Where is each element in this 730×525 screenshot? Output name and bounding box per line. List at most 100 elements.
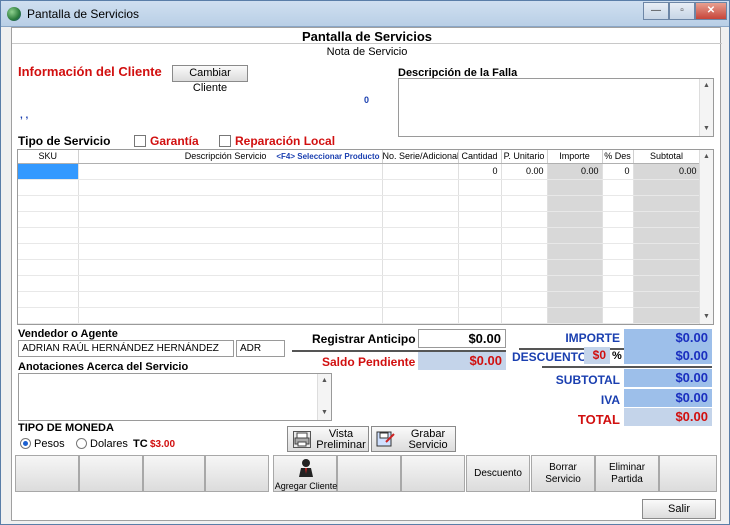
delete-item-button[interactable]: Eliminar Partida bbox=[595, 455, 659, 492]
service-form: Pantalla de Servicios Nota de Servicio I… bbox=[11, 27, 722, 521]
notes-label: Anotaciones Acerca del Servicio bbox=[18, 361, 189, 373]
cell-sku[interactable] bbox=[18, 163, 79, 180]
col-amount[interactable]: Importe bbox=[547, 150, 603, 164]
grid-header-row: SKU Descripción Servicio <F4> Selecciona… bbox=[18, 150, 701, 164]
checkbox-icon[interactable] bbox=[134, 135, 146, 147]
dollars-label: Dolares bbox=[90, 438, 128, 450]
iva-label: IVA bbox=[600, 393, 620, 407]
globe-icon bbox=[7, 7, 21, 21]
grid-body: 0 0.00 0.00 0 0.00 bbox=[18, 163, 701, 324]
fault-description-field[interactable]: ▲ ▼ bbox=[398, 78, 714, 137]
exit-button[interactable]: Salir bbox=[642, 499, 716, 519]
window-title: Pantalla de Servicios bbox=[27, 7, 140, 21]
col-description[interactable]: Descripción Servicio <F4> Seleccionar Pr… bbox=[78, 150, 383, 164]
scroll-down-icon[interactable]: ▼ bbox=[700, 123, 713, 135]
cell-amount: 0.00 bbox=[547, 163, 603, 180]
table-row[interactable] bbox=[18, 227, 701, 244]
client-section-title: Información del Cliente bbox=[18, 64, 162, 79]
percent-sign: % bbox=[612, 350, 622, 362]
delete-item-label-1: Eliminar bbox=[608, 462, 646, 473]
service-type-label: Tipo de Servicio bbox=[18, 134, 111, 148]
notes-scrollbar[interactable]: ▲ ▼ bbox=[317, 374, 331, 420]
table-row[interactable] bbox=[18, 179, 701, 196]
exchange-rate-value: $3.00 bbox=[150, 439, 176, 450]
subtotal-label: SUBTOTAL bbox=[555, 373, 620, 387]
subtotal-divider bbox=[542, 366, 712, 368]
service-items-grid[interactable]: SKU Descripción Servicio <F4> Selecciona… bbox=[17, 149, 714, 325]
scroll-up-icon[interactable]: ▲ bbox=[700, 80, 713, 92]
col-description-label: Descripción Servicio bbox=[184, 151, 267, 162]
col-sku[interactable]: SKU bbox=[18, 150, 79, 164]
col-serial[interactable]: No. Serie/Adicional bbox=[382, 150, 459, 164]
save-label: Grabar Servicio bbox=[402, 429, 454, 451]
main-window: Pantalla de Servicios — ▫ ✕ Pantalla de … bbox=[0, 0, 730, 525]
col-subtotal[interactable]: Subtotal bbox=[633, 150, 701, 164]
col-quantity[interactable]: Cantidad bbox=[458, 150, 502, 164]
discount-pct-field[interactable]: $0 bbox=[584, 347, 610, 364]
grid-scrollbar[interactable]: ▲ ▼ bbox=[699, 150, 713, 324]
import-value: $0.00 bbox=[624, 329, 712, 347]
delete-item-label-2: Partida bbox=[611, 474, 643, 485]
save-icon bbox=[376, 430, 396, 449]
table-row[interactable] bbox=[18, 243, 701, 260]
close-button[interactable]: ✕ bbox=[695, 2, 727, 20]
total-label: TOTAL bbox=[577, 412, 620, 427]
pesos-radio[interactable]: Pesos bbox=[20, 438, 65, 450]
add-client-button[interactable]: Agregar Cliente bbox=[273, 455, 337, 492]
table-row[interactable]: 0 0.00 0.00 0 0.00 bbox=[18, 163, 701, 180]
warranty-label: Garantía bbox=[150, 134, 199, 148]
subtotal-value: $0.00 bbox=[624, 369, 712, 387]
scroll-up-icon[interactable]: ▲ bbox=[700, 151, 713, 163]
scroll-down-icon[interactable]: ▼ bbox=[318, 407, 331, 419]
client-name: , , bbox=[20, 110, 29, 121]
iva-value: $0.00 bbox=[624, 389, 712, 407]
advance-field[interactable]: $0.00 bbox=[418, 329, 506, 348]
add-client-label: Agregar Cliente bbox=[274, 481, 338, 491]
table-row[interactable] bbox=[18, 291, 701, 308]
radio-selected-icon[interactable] bbox=[20, 438, 31, 449]
toolbar-slot-4 bbox=[205, 455, 269, 492]
scroll-up-icon[interactable]: ▲ bbox=[318, 375, 331, 387]
local-repair-checkbox[interactable]: Reparación Local bbox=[219, 134, 335, 148]
preview-label-2: Preliminar bbox=[316, 439, 366, 451]
table-row[interactable] bbox=[18, 259, 701, 276]
maximize-button[interactable]: ▫ bbox=[669, 2, 695, 20]
local-repair-label: Reparación Local bbox=[235, 134, 336, 148]
page-subtitle: Nota de Servicio bbox=[326, 46, 408, 58]
checkbox-icon[interactable] bbox=[219, 135, 231, 147]
change-client-button[interactable]: Cambiar Cliente bbox=[172, 65, 248, 94]
cell-subtotal: 0.00 bbox=[633, 163, 701, 180]
seller-code-field[interactable]: ADR bbox=[236, 340, 285, 357]
warranty-checkbox[interactable]: Garantía bbox=[134, 134, 199, 148]
preview-button[interactable]: Vista Preliminar bbox=[287, 426, 369, 452]
fault-scrollbar[interactable]: ▲ ▼ bbox=[699, 79, 713, 136]
minimize-button[interactable]: — bbox=[643, 2, 669, 20]
cell-unit-price[interactable]: 0.00 bbox=[501, 163, 548, 180]
balance-label: Saldo Pendiente bbox=[322, 355, 416, 369]
toolbar-slot-11 bbox=[659, 455, 717, 492]
table-row[interactable] bbox=[18, 195, 701, 212]
cell-discount-pct[interactable]: 0 bbox=[602, 163, 634, 180]
notes-field[interactable]: ▲ ▼ bbox=[18, 373, 332, 421]
toolbar-slot-1 bbox=[15, 455, 79, 492]
table-row[interactable] bbox=[18, 307, 701, 324]
delete-service-label-1: Borrar bbox=[549, 462, 577, 473]
cell-description[interactable] bbox=[78, 163, 383, 180]
save-service-button[interactable]: Grabar Servicio bbox=[371, 426, 456, 452]
cell-serial[interactable] bbox=[382, 163, 459, 180]
radio-icon[interactable] bbox=[76, 438, 87, 449]
seller-name-field[interactable]: ADRIAN RAÚL HERNÁNDEZ HERNÁNDEZ bbox=[18, 340, 234, 357]
col-discount-pct[interactable]: % Des bbox=[602, 150, 634, 164]
cell-quantity[interactable]: 0 bbox=[458, 163, 502, 180]
toolbar-slot-7 bbox=[401, 455, 465, 492]
total-value: $0.00 bbox=[624, 408, 712, 426]
person-icon bbox=[296, 458, 316, 478]
exchange-rate-label: TC bbox=[133, 438, 148, 450]
table-row[interactable] bbox=[18, 275, 701, 292]
delete-service-button[interactable]: Borrar Servicio bbox=[531, 455, 595, 492]
table-row[interactable] bbox=[18, 211, 701, 228]
dollars-radio[interactable]: Dolares bbox=[76, 438, 128, 450]
scroll-down-icon[interactable]: ▼ bbox=[700, 311, 713, 323]
col-unit-price[interactable]: P. Unitario bbox=[501, 150, 548, 164]
discount-button[interactable]: Descuento bbox=[466, 455, 530, 492]
